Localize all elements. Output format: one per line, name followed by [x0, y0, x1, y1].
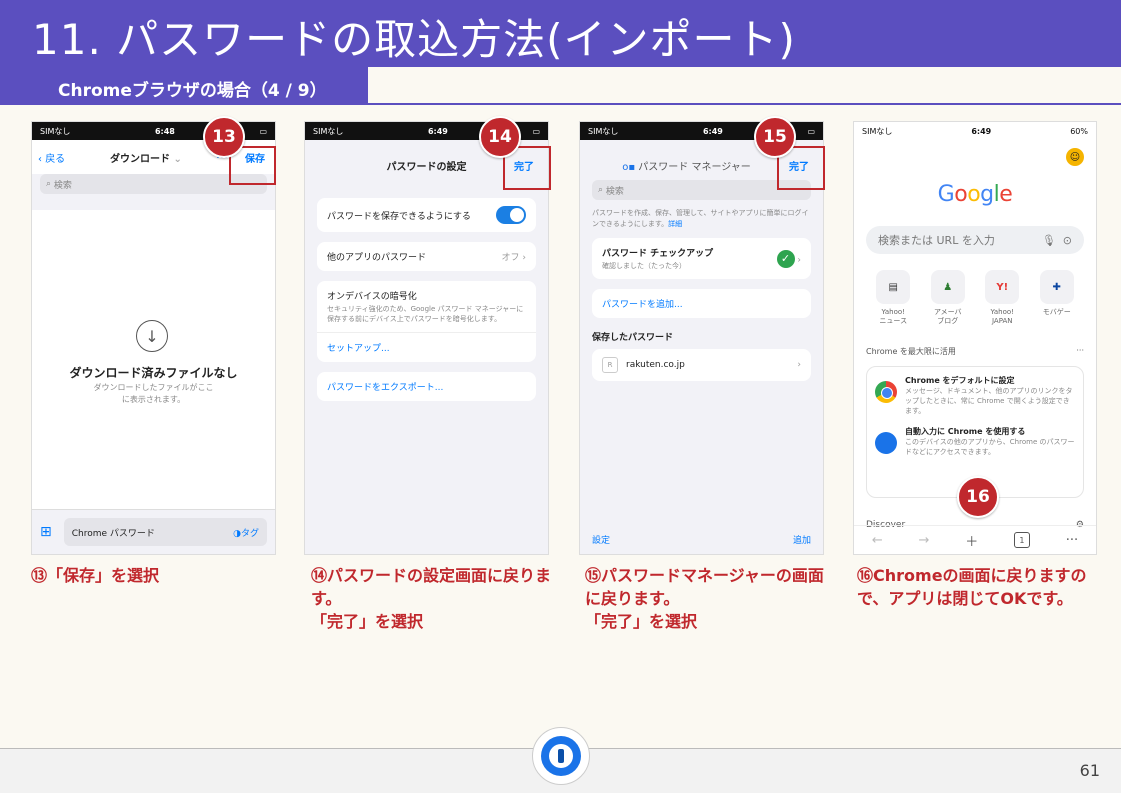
nav-title: ダウンロード ⌄ [110, 153, 182, 165]
autofill-label: パスワードを保存できるようにする [327, 211, 471, 222]
back-button[interactable]: ‹ 戻る [38, 150, 65, 165]
tab-count-button[interactable]: 1 [1013, 532, 1030, 548]
bottom-bar: ⊞ Chrome パスワード ◑タグ [32, 509, 275, 554]
keyboard-icon [875, 432, 897, 454]
section-header: Chrome を最大限に活用 ··· [866, 346, 1084, 357]
battery-icon: ▭ [532, 126, 540, 136]
site-name: rakuten.co.jp [626, 360, 685, 370]
battery-icon: ▭ [259, 126, 267, 136]
step-badge-14: 14 [479, 116, 521, 158]
mic-icon[interactable]: 🎙 [1042, 234, 1056, 247]
caption-13: ⑬「保存」を選択 [31, 566, 160, 585]
empty-title: ダウンロード済みファイルなし [69, 366, 238, 380]
more-icon[interactable]: ··· [1076, 346, 1084, 357]
status-time: 6:48 [154, 126, 175, 136]
download-icon: ↓ [136, 320, 168, 352]
file-pill[interactable]: Chrome パスワード ◑タグ [63, 518, 267, 546]
chevron-right-icon: › [797, 360, 801, 370]
subtitle-divider [0, 103, 1121, 105]
bottom-bar: 設定 追加 [580, 533, 823, 546]
checkup-title: パスワード チェックアップ [602, 249, 714, 259]
encrypt-card: オンデバイスの暗号化 セキュリティ強化のため、Google パスワード マネージ… [317, 281, 536, 362]
status-time: 6:49 [971, 126, 992, 136]
search-icon: ⌕ [598, 185, 606, 195]
export-link[interactable]: パスワードをエクスポート... [327, 380, 443, 393]
promo-item[interactable]: Chrome をデフォルトに設定 メッセージ、ドキュメント、他のアプリのリンクを… [875, 375, 1075, 416]
site-icon: R [602, 357, 618, 373]
empty-subtitle: ダウンロードしたファイルがここに表示されます。 [93, 383, 214, 404]
section-title: Chrome を最大限に活用 [866, 347, 956, 356]
settings-button[interactable]: 設定 [592, 533, 610, 546]
grid-icon[interactable]: ⊞ [40, 524, 52, 540]
back-label: 戻る [45, 153, 66, 165]
caption-16: ⑯Chromeの画面に戻りますので、アプリは閉じてOKです。 [857, 566, 1087, 608]
lens-icon[interactable]: ⊙ [1063, 234, 1072, 247]
other-apps-label: 他のアプリのパスワード [327, 253, 427, 263]
empty-state: ↓ ダウンロード済みファイルなし ダウンロードしたファイルがここに表示されます。 [32, 210, 275, 510]
add-button[interactable]: 追加 [793, 533, 811, 546]
google-logo: Google [937, 182, 1013, 207]
status-time: 6:49 [427, 126, 448, 136]
page-number: 61 [1079, 761, 1100, 780]
1password-logo-icon [532, 727, 590, 785]
promo-item[interactable]: 自動入力に Chrome を使用する このデバイスの他のアプリから、Chrome… [875, 426, 1075, 457]
encrypt-title: オンデバイスの暗号化 [327, 292, 417, 302]
forward-arrow-icon[interactable]: → [919, 533, 930, 548]
caption-15: ⑮パスワードマネージャーの画面に戻ります。 「完了」を選択 [585, 566, 824, 631]
battery-icon: ▭ [807, 126, 815, 136]
checkup-sub: 確認しました（たった今） [602, 262, 686, 270]
new-tab-icon[interactable]: ＋ [965, 531, 978, 550]
tag-button[interactable]: ◑タグ [233, 526, 259, 539]
carrier-label: SIMなし [40, 126, 71, 136]
other-apps-value: オフ › [501, 253, 526, 263]
manager-description: パスワードを作成、保存、管理して、サイトやアプリに簡単にログインできるようにしま… [592, 209, 809, 228]
export-card: パスワードをエクスポート... [317, 372, 536, 401]
encrypt-desc: セキュリティ強化のため、Google パスワード マネージャーに保存する前にデバ… [327, 305, 524, 323]
omnibox[interactable]: 検索または URL を入力 🎙 ⊙ [866, 226, 1084, 254]
battery-level: 60% [1070, 126, 1088, 136]
shortcut-tile[interactable]: ✚ モバゲー [1034, 270, 1080, 326]
shortcuts: ▤ Yahoo! ニュース ♟ アメーバ ブログ Y! Yahoo! JAPAN ✚ モ… [866, 270, 1084, 326]
omnibox-placeholder: 検索または URL を入力 [878, 234, 995, 247]
add-password-card[interactable]: パスワードを追加... [592, 289, 811, 318]
saved-item[interactable]: Rrakuten.co.jp › [592, 349, 811, 381]
key-icon: o▪ [622, 162, 639, 173]
file-name: Chrome パスワード [71, 528, 155, 539]
page-subtitle: Chromeブラウザの場合（4 / 9） [58, 81, 327, 101]
shortcut-tile[interactable]: ▤ Yahoo! ニュース [870, 270, 916, 326]
status-time: 6:49 [702, 126, 723, 136]
carrier-label: SIMなし [862, 126, 893, 136]
status-bar: SIMなし 6:49 60% [854, 122, 1096, 140]
title-bar: 11. パスワードの取込方法(インポート) [0, 0, 1121, 67]
checkup-card[interactable]: パスワード チェックアップ 確認しました（たった今） ✓ › [592, 238, 811, 279]
screenshot-downloads: SIMなし 6:48 ▭ ‹ 戻る ダウンロード ⌄ ⋯ 保存 ⌕ 検索 ↓ ダ… [31, 121, 276, 555]
avatar[interactable]: ☺ [1066, 148, 1084, 166]
carrier-label: SIMなし [588, 126, 619, 136]
shortcut-tile[interactable]: ♟ アメーバ ブログ [925, 270, 971, 326]
search-icon: ⌕ [46, 179, 54, 189]
add-password-link[interactable]: パスワードを追加... [602, 297, 683, 310]
details-link[interactable]: 詳細 [668, 220, 682, 228]
back-arrow-icon[interactable]: ← [872, 533, 883, 548]
menu-icon[interactable]: ··· [1066, 533, 1078, 548]
chrome-icon [875, 381, 897, 403]
step-badge-16: 16 [957, 476, 999, 518]
subtitle-bar: Chromeブラウザの場合（4 / 9） [0, 67, 368, 105]
autofill-card: パスワードを保存できるようにする [317, 198, 536, 232]
carrier-label: SIMなし [313, 126, 344, 136]
step-badge-13: 13 [203, 116, 245, 158]
page-title: 11. パスワードの取込方法(インポート) [32, 15, 796, 64]
chevron-down-icon: ⌄ [173, 153, 182, 165]
setup-link[interactable]: セットアップ... [327, 341, 390, 354]
autofill-toggle[interactable] [496, 206, 526, 224]
shortcut-tile[interactable]: Y! Yahoo! JAPAN [979, 270, 1025, 326]
bottom-toolbar: ← → ＋ 1 ··· [854, 525, 1096, 554]
other-apps-card[interactable]: 他のアプリのパスワード オフ › [317, 242, 536, 271]
caption-14: ⑭パスワードの設定画面に戻ります。 「完了」を選択 [311, 566, 552, 631]
saved-passwords-header: 保存したパスワード [592, 333, 674, 343]
step-badge-15: 15 [754, 116, 796, 158]
check-icon: ✓ [776, 249, 795, 268]
